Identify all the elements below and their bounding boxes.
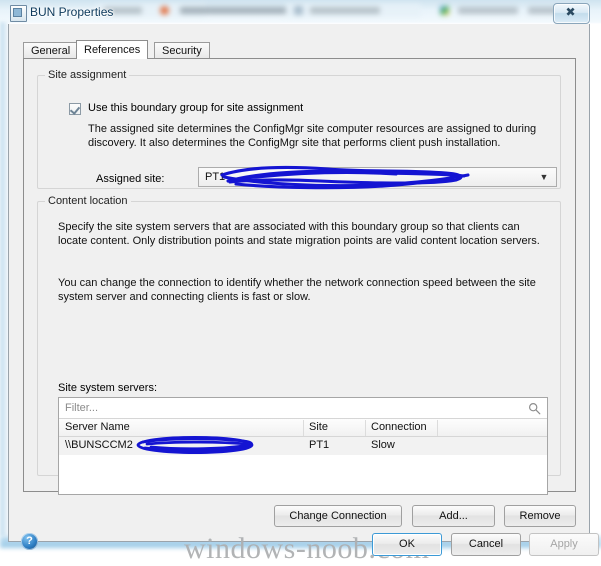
table-header-row: Server Name Site Connection <box>59 419 547 437</box>
content-location-paragraph-2: You can change the connection to identif… <box>58 277 536 303</box>
content-location-group: Content location Specify the site system… <box>37 195 576 527</box>
apply-button: Apply <box>529 533 599 556</box>
site-system-servers-label: Site system servers: <box>58 382 158 394</box>
ok-button[interactable]: OK <box>372 533 442 556</box>
content-location-caption: Content location <box>45 195 131 207</box>
window-icon <box>10 5 27 22</box>
search-icon[interactable] <box>528 402 541 415</box>
use-boundary-group-label: Use this boundary group for site assignm… <box>88 102 304 114</box>
tab-security[interactable]: Security <box>154 42 210 59</box>
help-glyph: ? <box>26 535 33 547</box>
title-bar: BUN Properties ✖ <box>8 2 592 24</box>
dialog-body: General References Security Site assignm… <box>8 24 599 565</box>
content-location-paragraph-1: Specify the site system servers that are… <box>58 221 540 247</box>
tab-general[interactable]: General <box>23 42 79 59</box>
cell-site: PT1 <box>309 439 330 451</box>
cell-connection: Slow <box>371 439 395 451</box>
table-row[interactable]: \\BUNSCCM2 PT1 Slow <box>59 437 547 455</box>
cell-server-name: \\BUNSCCM2 <box>65 439 133 451</box>
filter-row[interactable]: Filter... <box>59 398 547 419</box>
assigned-site-value: PT1- <box>205 171 229 183</box>
assigned-site-dropdown[interactable]: PT1- ▼ <box>198 167 557 187</box>
tab-panel-references: Site assignment Use this boundary group … <box>23 58 576 527</box>
close-icon: ✖ <box>565 5 576 19</box>
cancel-button[interactable]: Cancel <box>451 533 521 556</box>
site-assignment-description: The assigned site determines the ConfigM… <box>88 123 537 149</box>
change-connection-button[interactable]: Change Connection <box>274 505 402 527</box>
remove-button[interactable]: Remove <box>504 505 576 527</box>
chevron-down-icon: ▼ <box>539 172 549 182</box>
site-assignment-group: Site assignment Use this boundary group … <box>37 69 561 190</box>
add-button[interactable]: Add... <box>412 505 495 527</box>
window-title: BUN Properties <box>30 5 114 19</box>
column-header-connection[interactable]: Connection <box>371 421 427 433</box>
use-boundary-group-checkbox[interactable] <box>69 103 81 115</box>
filter-input[interactable]: Filter... <box>65 402 98 414</box>
close-button[interactable]: ✖ <box>553 3 590 24</box>
help-icon[interactable]: ? <box>21 533 38 550</box>
tab-references[interactable]: References <box>76 40 149 59</box>
properties-dialog: BUN Properties ✖ General References Secu… <box>8 2 599 565</box>
column-header-site[interactable]: Site <box>309 421 328 433</box>
blurred-window-edge <box>0 22 8 536</box>
site-system-servers-list: Filter... Server Name Site Connection \\… <box>58 397 548 495</box>
column-header-server-name[interactable]: Server Name <box>65 421 130 433</box>
assigned-site-label: Assigned site: <box>96 173 165 185</box>
site-assignment-caption: Site assignment <box>45 69 130 81</box>
